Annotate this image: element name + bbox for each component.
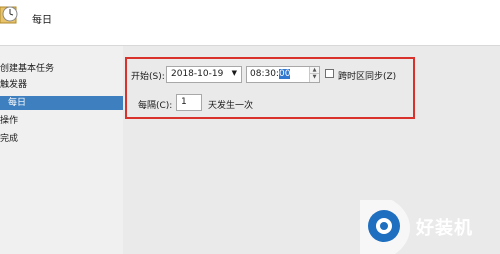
spin-up-icon[interactable]: ▲ [310,67,319,74]
time-seconds-selected: 00 [278,69,291,79]
step-trigger[interactable]: 触发器 [0,78,27,92]
sync-timezone-label: 跨时区同步(Z) [338,72,397,82]
start-time-field[interactable]: 08:30:00 ▲ ▼ [246,66,320,83]
start-date-value: 2018-10-19 [171,69,224,79]
sync-timezone-checkbox[interactable] [325,69,334,78]
calendar-clock-icon [0,6,18,24]
watermark-text: 好装机 [416,218,473,239]
wizard-header: 每日 [0,0,500,46]
step-create-basic-task[interactable]: 创建基本任务 [0,62,54,76]
time-spinner[interactable]: ▲ ▼ [309,67,319,82]
every-label: 每隔(C): [138,101,173,111]
chevron-down-icon[interactable]: ▼ [232,69,237,77]
step-daily[interactable]: 每日 [0,96,123,110]
start-date-picker[interactable]: 2018-10-19 ▼ [166,66,242,83]
every-days-value: 1 [181,97,187,107]
start-time-value: 08:30:00 [250,69,291,79]
page-title: 每日 [32,15,52,26]
step-action[interactable]: 操作 [0,114,18,128]
step-finish[interactable]: 完成 [0,132,18,146]
spin-down-icon[interactable]: ▼ [310,74,319,81]
every-days-unit: 天发生一次 [208,101,254,111]
every-days-input[interactable]: 1 [176,94,202,111]
start-label: 开始(S): [131,72,165,82]
